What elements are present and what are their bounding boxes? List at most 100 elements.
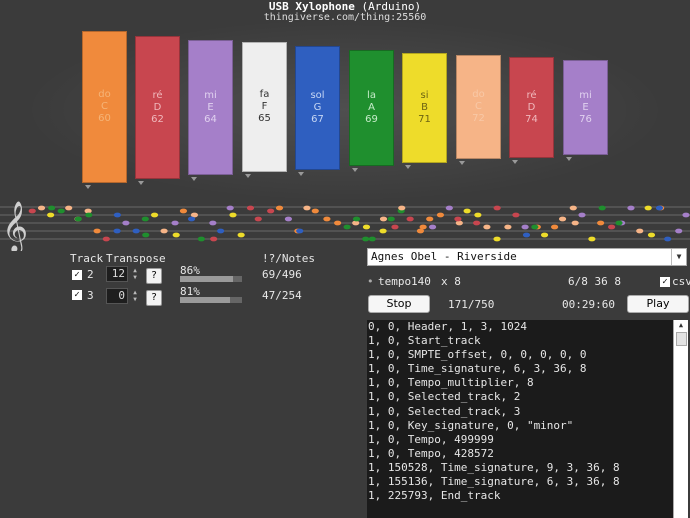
xylophone-bar-d62[interactable]: ré D 62 [135, 36, 180, 185]
bar-midi: 72 [472, 113, 485, 124]
bar-midi: 67 [311, 114, 324, 125]
xylophone-bar-e76[interactable]: mi E 76 [563, 60, 608, 161]
track-3-number: 3 [87, 289, 94, 302]
bar-label: la A 69 [350, 90, 393, 126]
note-dot [615, 220, 623, 226]
track-2-transpose-stepper[interactable]: ▲ ▼ [131, 267, 139, 281]
bar-marker-icon [245, 174, 251, 178]
note-dot [598, 205, 606, 211]
note-dot [65, 205, 73, 211]
note-dot [387, 216, 395, 222]
song-select[interactable]: Agnes Obel - Riverside ▼ [367, 248, 687, 266]
note-dot [569, 205, 577, 211]
note-dot [229, 212, 237, 218]
xylophone-bar-c60[interactable]: do C 60 [82, 31, 127, 189]
note-dot [644, 205, 652, 211]
bar-label: do C 60 [83, 89, 126, 125]
note-dot [483, 224, 491, 230]
note-dot [48, 205, 56, 211]
note-dot [57, 208, 65, 214]
log-line: 1, 0, Start_track [368, 334, 481, 348]
bar-note: C [475, 101, 482, 112]
track-2-transpose-input[interactable]: 12 [106, 266, 128, 282]
note-dot [172, 232, 180, 238]
log-line: 1, 0, Tempo, 428572 [368, 446, 494, 460]
xylophone-bar-g67[interactable]: sol G 67 [295, 46, 340, 176]
note-dot [267, 208, 275, 214]
track-3-progress-bar [180, 297, 242, 303]
xylophone-bar-f65[interactable]: fa F 65 [242, 42, 287, 178]
note-dot [246, 205, 255, 211]
track-3-transpose-stepper[interactable]: ▲ ▼ [131, 289, 139, 303]
bar-midi: 62 [151, 113, 164, 125]
play-button[interactable]: Play [627, 295, 689, 313]
bar-marker-icon [405, 165, 411, 169]
bar-midi: 74 [525, 113, 538, 125]
note-dot [578, 212, 586, 218]
log-line: 1, 0, Time_signature, 6, 3, 36, 8 [368, 362, 587, 376]
note-dot [179, 208, 188, 214]
xylophone-bar-d74[interactable]: ré D 74 [509, 57, 554, 164]
log-scrollbar[interactable]: ▲ [673, 320, 688, 518]
note-dot [551, 224, 559, 230]
tempo-label: tempo [378, 275, 412, 288]
scroll-up-icon[interactable]: ▲ [674, 320, 688, 330]
bar-solfege: sol [310, 90, 325, 101]
track-3-checkbox[interactable]: ✓ [72, 290, 82, 300]
csv-checkbox[interactable]: ✓ [660, 277, 670, 287]
note-dot [93, 228, 101, 234]
note-dot [647, 232, 656, 238]
note-dot [571, 220, 579, 226]
note-dot [436, 212, 445, 218]
track-2-checkbox[interactable]: ✓ [72, 270, 82, 280]
note-dot [655, 205, 664, 211]
log-line: 1, 225793, End_track [368, 489, 501, 503]
bar-marker-icon [298, 172, 304, 176]
bar-note: E [207, 101, 214, 113]
note-dot [474, 212, 482, 218]
xylophone-bar-b71[interactable]: si B 71 [402, 53, 447, 169]
xylophone-bar-e64[interactable]: mi E 64 [188, 40, 233, 181]
scroll-thumb[interactable] [676, 332, 687, 346]
xylophone-bar-c72[interactable]: do C 72 [456, 55, 501, 165]
playback-position: 171/750 [448, 298, 495, 311]
stop-button[interactable]: Stop [368, 295, 430, 313]
track-3-help-button[interactable]: ? [146, 290, 162, 306]
bar-marker-icon [138, 181, 144, 185]
note-dot [426, 216, 434, 222]
note-dot [226, 205, 234, 211]
track-2-help-button[interactable]: ? [146, 268, 162, 284]
notes-header: !?/Notes [262, 252, 315, 265]
xylophone-bar-a69[interactable]: la A 69 [349, 50, 394, 172]
bar-note: E [582, 101, 589, 113]
track-3-notes: 47/254 [262, 289, 302, 302]
bar-midi: 60 [98, 113, 111, 124]
note-dot [311, 208, 319, 214]
bar-solfege: do [98, 89, 111, 100]
bar-note: A [368, 102, 375, 113]
note-dot [217, 228, 225, 234]
log-line: 1, 0, Key_signature, 0, "minor" [368, 418, 574, 432]
bar-solfege: fa [259, 89, 270, 100]
track-3-transpose-input[interactable]: 0 [106, 288, 128, 304]
note-dot [398, 205, 406, 211]
note-dot [379, 228, 387, 234]
track-header: Track [70, 252, 104, 265]
note-dot [406, 216, 414, 222]
note-dot [419, 224, 427, 230]
note-dot [113, 228, 121, 234]
log-line: 1, 150528, Time_signature, 9, 3, 36, 8 [368, 460, 620, 474]
note-dot [558, 216, 567, 222]
note-dot [521, 224, 529, 230]
note-dot [142, 232, 150, 238]
log-line: 0, 0, Header, 1, 3, 1024 [368, 320, 527, 333]
bar-label: fa F 65 [243, 89, 286, 125]
note-dot [493, 205, 501, 211]
bar-midi: 65 [258, 113, 271, 124]
bar-midi: 64 [204, 113, 217, 125]
bar-note: D [527, 101, 536, 113]
csv-log[interactable]: 0, 0, Header, 1, 3, 1024 1, 0, Start_trac… [367, 320, 673, 518]
bar-label: ré D 62 [136, 90, 179, 126]
note-dot [275, 205, 284, 211]
bar-marker-icon [459, 161, 465, 165]
